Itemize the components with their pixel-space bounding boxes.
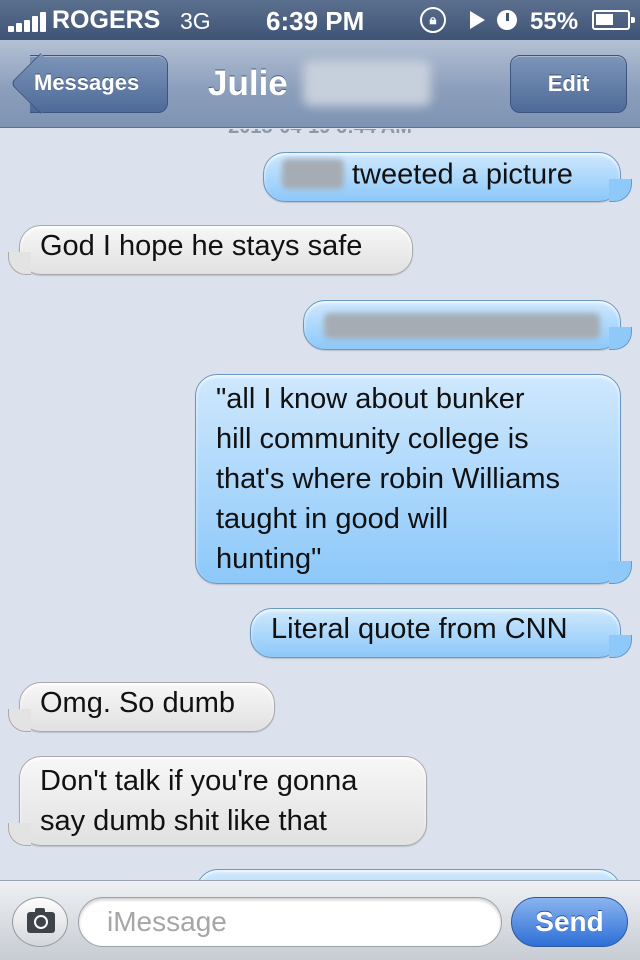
- alarm-icon: [497, 10, 517, 30]
- message-bubble-outgoing[interactable]: "all I know about bunker hill community …: [195, 374, 632, 584]
- message-text: Literal quote from CNN: [271, 613, 568, 645]
- message-composer: Send: [0, 880, 640, 960]
- signal-icon: [8, 12, 48, 32]
- message-bubble-outgoing[interactable]: Literal quote from CNN: [250, 608, 632, 658]
- message-bubble-outgoing[interactable]: [303, 300, 632, 350]
- messages-back-button[interactable]: Messages: [12, 55, 168, 113]
- message-line: Don't talk if you're gonna: [40, 765, 358, 797]
- rotation-lock-icon: 🔒︎: [420, 7, 446, 33]
- redacted-text: [282, 159, 344, 190]
- message-line: "all I know about bunker: [216, 383, 525, 415]
- message-text: Omg. So dumb: [40, 687, 236, 719]
- status-bar: ROGERS 3G 6:39 PM 🔒︎ 55%: [0, 0, 640, 40]
- send-button[interactable]: Send: [511, 897, 628, 947]
- navigation-bar: Messages Julie Edit: [0, 40, 640, 128]
- message-bubble-outgoing-partial[interactable]: [196, 869, 621, 880]
- camera-button[interactable]: [12, 897, 68, 947]
- edit-button-label: Edit: [547, 71, 590, 96]
- status-time: 6:39 PM: [266, 6, 365, 36]
- message-text: tweeted a picture: [352, 158, 573, 191]
- play-icon: [470, 11, 485, 29]
- message-bubble-incoming[interactable]: God I hope he stays safe: [8, 225, 413, 275]
- message-text: God I hope he stays safe: [40, 230, 363, 262]
- battery-icon: [592, 10, 635, 30]
- message-bubble-incoming[interactable]: Omg. So dumb: [8, 682, 275, 732]
- back-button-label: Messages: [34, 70, 140, 95]
- message-line: that's where robin Williams: [216, 463, 560, 495]
- message-bubble-outgoing[interactable]: tweeted a picture: [263, 152, 632, 202]
- carrier-name: ROGERS: [52, 6, 161, 34]
- send-button-label: Send: [535, 906, 604, 937]
- redacted-text: [324, 312, 600, 339]
- network-type: 3G: [180, 8, 211, 34]
- redacted-surname: [303, 60, 431, 106]
- camera-icon: [27, 908, 55, 933]
- battery-percentage: 55%: [530, 8, 579, 35]
- timestamp-cutoff: 2013-04-19 6:44 AM: [205, 129, 435, 133]
- message-line: taught in good will: [216, 503, 449, 535]
- conversation-title: Julie: [208, 64, 288, 103]
- message-bubble-incoming[interactable]: Don't talk if you're gonna say dumb shit…: [8, 756, 427, 846]
- imessage-input[interactable]: [78, 897, 502, 947]
- edit-button[interactable]: Edit: [510, 55, 627, 113]
- message-list[interactable]: 2013-04-19 6:44 AM tweeted a picture God…: [0, 129, 640, 880]
- message-line: say dumb shit like that: [40, 805, 327, 837]
- message-line: hill community college is: [216, 423, 529, 455]
- message-line: hunting": [216, 543, 322, 575]
